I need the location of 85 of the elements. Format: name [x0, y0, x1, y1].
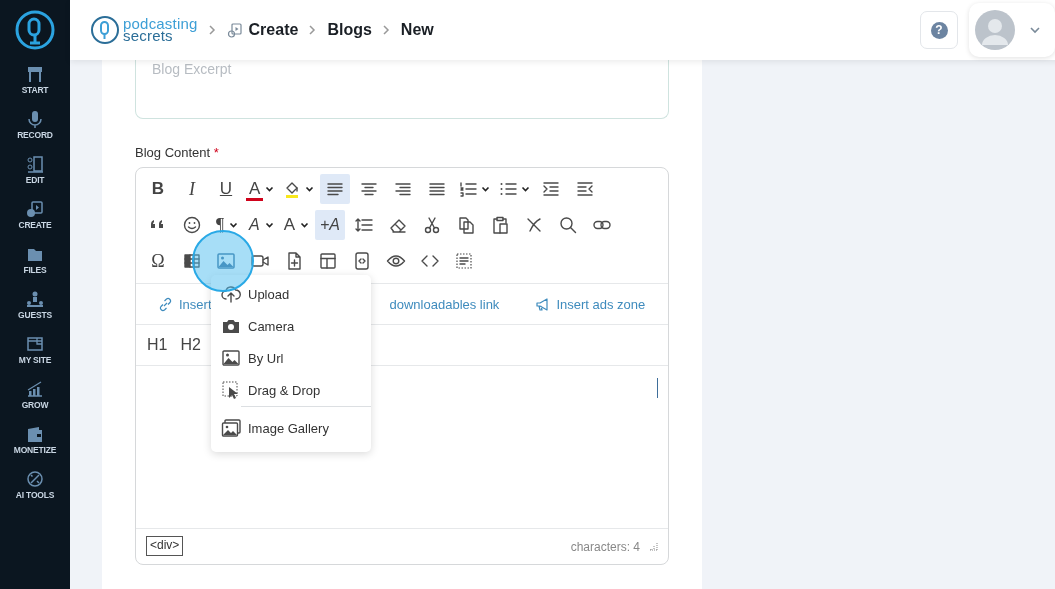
select-all-icon — [454, 251, 474, 271]
field-label: Blog Content * — [135, 145, 220, 160]
toolbar-button[interactable]: +A — [315, 210, 345, 240]
caret-icon — [481, 186, 491, 192]
caret-icon — [305, 186, 315, 192]
scissors-icon — [422, 215, 442, 235]
cursor-selection-icon — [221, 380, 241, 400]
caret-icon — [265, 186, 275, 192]
avatar-icon — [975, 10, 1015, 50]
toolbar-button[interactable]: I — [177, 174, 207, 204]
sidebar-item-label[interactable]: AI TOOLS — [15, 490, 55, 500]
caret-icon — [229, 222, 239, 228]
help-icon: ? — [930, 21, 948, 39]
link-icon — [158, 296, 173, 312]
toolbar-button[interactable]: B — [143, 174, 173, 204]
brand-logo-icon — [90, 15, 120, 45]
insert-link[interactable]: Insert ads zone — [535, 296, 646, 312]
search-icon — [558, 215, 578, 235]
sidebar-item-label[interactable]: EDIT — [25, 175, 45, 185]
menu-item[interactable]: Upload — [211, 278, 371, 310]
editing-icon[interactable] — [25, 154, 45, 174]
numbered-list-icon — [458, 179, 479, 199]
wallet-icon[interactable] — [25, 424, 45, 444]
menu-item[interactable]: Camera — [211, 310, 371, 342]
chevron-down-icon — [1029, 26, 1041, 34]
smiley-icon — [182, 215, 202, 235]
help-button[interactable]: ? — [920, 11, 958, 49]
people-icon[interactable] — [25, 289, 45, 309]
breadcrumb-link[interactable]: Create — [248, 21, 299, 39]
line-spacing-icon — [354, 215, 374, 235]
excerpt-field[interactable]: Blog Excerpt — [135, 60, 669, 119]
logo-text: secrets — [123, 30, 173, 42]
video-file-icon — [226, 22, 243, 38]
toolbar-button[interactable]: A — [279, 210, 311, 240]
start-gate-icon[interactable] — [25, 64, 45, 84]
character-count: characters: 4 — [570, 539, 640, 554]
sidebar-item-label[interactable]: MONETIZE — [13, 445, 57, 455]
heading-button[interactable]: H2 — [180, 336, 201, 354]
sidebar-item-label[interactable]: FILES — [23, 265, 47, 275]
table-icon — [182, 251, 202, 271]
outdent-icon — [575, 179, 596, 199]
sidebar-item-label[interactable]: GROW — [21, 400, 49, 410]
caret-icon — [264, 222, 274, 228]
browser-window-icon[interactable] — [25, 334, 45, 354]
bar-chart-icon[interactable] — [25, 379, 45, 399]
toolbar-button[interactable]: Ω — [143, 246, 173, 276]
megaphone-icon — [535, 296, 551, 312]
breadcrumb-link[interactable]: New — [400, 21, 434, 39]
breadcrumb-link[interactable]: Blogs — [327, 21, 372, 39]
image-icon — [221, 348, 241, 368]
insert-link[interactable]: Insert — [158, 296, 212, 312]
cloud-upload-icon — [221, 284, 241, 304]
gallery-icon — [221, 418, 241, 438]
menu-item[interactable]: Drag & Drop — [211, 374, 371, 406]
embed-icon — [352, 251, 372, 271]
indent-icon — [541, 179, 562, 199]
toolbar-button[interactable]: A — [245, 174, 277, 204]
image-icon — [216, 251, 236, 271]
chevron-right-icon — [308, 24, 318, 36]
toolbar-button[interactable]: A — [245, 210, 276, 240]
resize-grip-icon — [649, 542, 658, 551]
caret-icon — [300, 222, 309, 228]
sidebar-item-label[interactable]: START — [21, 85, 49, 95]
heading-button[interactable]: H1 — [147, 336, 168, 354]
clipboard-icon — [490, 215, 510, 235]
sidebar-item-label[interactable]: CREATE — [18, 220, 52, 230]
element-path: <div> — [146, 535, 184, 556]
toolbar-button[interactable] — [320, 174, 351, 204]
layout-icon — [318, 251, 338, 271]
insert-link[interactable]: downloadables link — [389, 296, 500, 312]
toolbar-button[interactable]: U — [211, 174, 241, 204]
toolbar-button[interactable]: ¶ — [211, 210, 241, 240]
copy-icon — [456, 215, 476, 235]
chevron-right-icon — [207, 24, 217, 36]
app-logo-icon — [15, 10, 55, 50]
text-cursor — [657, 378, 658, 398]
caret-icon — [521, 186, 531, 192]
sidebar-item-label[interactable]: RECORD — [17, 130, 53, 140]
microphone-icon[interactable] — [25, 109, 45, 129]
chevron-right-icon — [381, 24, 391, 36]
sidebar-item-label[interactable]: MY SITE — [18, 355, 52, 365]
logo-text: podcasting — [123, 18, 198, 30]
video-file-icon[interactable] — [25, 199, 45, 219]
menu-item[interactable]: By Url — [211, 342, 371, 374]
sidebar-item-label[interactable]: GUESTS — [18, 310, 52, 320]
